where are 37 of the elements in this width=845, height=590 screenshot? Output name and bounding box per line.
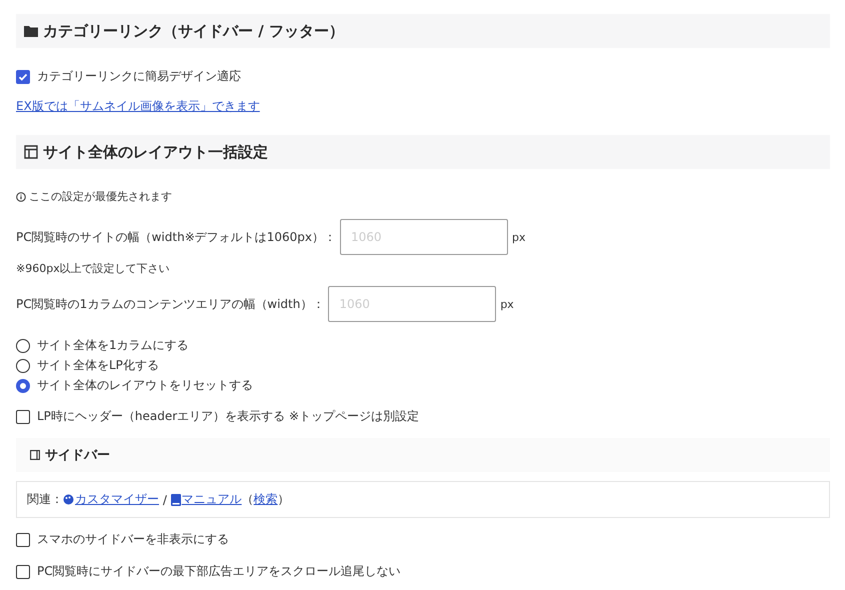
search-link[interactable]: 検索 bbox=[254, 491, 278, 508]
checkbox-label: PC閲覧時にサイドバーの最下部広告エリアをスクロール追尾しない bbox=[37, 563, 401, 580]
field-note: ※960px以上で設定して下さい bbox=[16, 262, 170, 275]
notice-text: ここの設定が最優先されます bbox=[29, 189, 172, 204]
radio-button[interactable] bbox=[16, 338, 30, 352]
section-title: サイドバー bbox=[45, 447, 110, 464]
radio-button[interactable] bbox=[16, 378, 30, 392]
sidebar-icon bbox=[30, 450, 40, 460]
checkbox-label: LP時にヘッダー（headerエリア）を表示する ※トップページは別設定 bbox=[37, 408, 420, 425]
field-label: PC閲覧時の1カラムのコンテンツエリアの幅（width）： bbox=[16, 296, 324, 312]
related-text: / bbox=[162, 492, 168, 506]
field-label: PC閲覧時のサイトの幅（width※デフォルトは1060px）： bbox=[16, 228, 336, 246]
related-text: ） bbox=[278, 491, 290, 508]
manual-link[interactable]: マニュアル bbox=[170, 491, 242, 508]
checkbox[interactable] bbox=[16, 70, 30, 84]
unit-label: px bbox=[500, 298, 514, 310]
radio-button[interactable] bbox=[16, 358, 30, 372]
info-icon bbox=[16, 192, 26, 202]
ex-version-link[interactable]: EX版では「サムネイル画像を表示」できます bbox=[16, 98, 260, 115]
radio-label: サイト全体のレイアウトをリセットする bbox=[37, 377, 253, 394]
palette-icon bbox=[63, 494, 74, 505]
checkbox-label: カテゴリーリンクに簡易デザイン適応 bbox=[37, 68, 241, 85]
radio-label: サイト全体を1カラムにする bbox=[37, 337, 189, 354]
folder-icon bbox=[24, 25, 38, 37]
section-title: カテゴリーリンク（サイドバー / フッター） bbox=[43, 22, 344, 40]
section-title: サイト全体のレイアウト一括設定 bbox=[43, 142, 268, 162]
book-icon bbox=[170, 494, 181, 506]
checkbox[interactable] bbox=[16, 410, 30, 424]
related-text: 関連： bbox=[27, 491, 63, 508]
related-text: （ bbox=[242, 491, 254, 508]
checkbox-label: スマホのサイドバーを非表示にする bbox=[37, 531, 229, 548]
customizer-link[interactable]: カスタマイザー bbox=[63, 491, 159, 508]
checkbox[interactable] bbox=[16, 564, 30, 578]
radio-label: サイト全体をLP化する bbox=[37, 357, 159, 374]
checkbox[interactable] bbox=[16, 532, 30, 546]
layout-icon bbox=[24, 145, 38, 159]
unit-label: px bbox=[512, 230, 526, 244]
